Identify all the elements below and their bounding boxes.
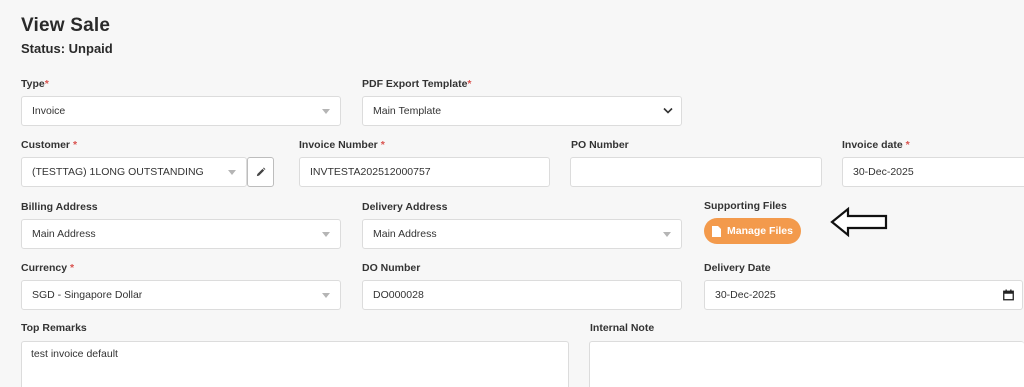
- billing-address-select[interactable]: Main Address: [21, 219, 341, 249]
- pdf-template-label-text: PDF Export Template: [362, 78, 468, 90]
- caret-down-icon: [228, 170, 236, 175]
- customer-label-text: Customer: [21, 139, 71, 151]
- arrow-left-icon: [830, 206, 888, 238]
- invoice-date-value: 30-Dec-2025: [853, 166, 914, 178]
- billing-address-label: Billing Address: [21, 201, 98, 213]
- caret-down-icon: [663, 232, 671, 237]
- internal-note-textarea[interactable]: [589, 341, 1024, 387]
- caret-down-icon: [322, 109, 330, 114]
- delivery-address-select[interactable]: Main Address: [362, 219, 682, 249]
- invoice-date-input[interactable]: 30-Dec-2025: [842, 157, 1024, 187]
- delivery-date-label: Delivery Date: [704, 262, 771, 274]
- supporting-files-label: Supporting Files: [704, 200, 787, 212]
- top-remarks-label: Top Remarks: [21, 322, 87, 334]
- caret-down-icon: [322, 232, 330, 237]
- calendar-icon[interactable]: [1003, 289, 1014, 301]
- top-remarks-value: test invoice default: [31, 348, 118, 360]
- delivery-address-value: Main Address: [373, 228, 437, 240]
- delivery-address-label: Delivery Address: [362, 201, 448, 213]
- type-select[interactable]: Invoice: [21, 96, 341, 126]
- manage-files-label: Manage Files: [727, 225, 793, 237]
- delivery-date-input[interactable]: 30-Dec-2025: [704, 280, 1023, 310]
- delivery-date-value: 30-Dec-2025: [715, 289, 776, 301]
- do-number-input[interactable]: DO000028: [362, 280, 682, 310]
- file-icon: [712, 225, 722, 237]
- required-marker: *: [467, 78, 472, 90]
- invoice-date-label: Invoice date *: [842, 139, 910, 151]
- required-marker: *: [72, 139, 78, 151]
- manage-files-button[interactable]: Manage Files: [704, 218, 801, 244]
- invoice-number-value: INVTESTA202512000757: [310, 166, 431, 178]
- currency-label: Currency *: [21, 262, 74, 274]
- edit-customer-button[interactable]: [247, 157, 274, 187]
- do-number-value: DO000028: [373, 289, 424, 301]
- invoice-date-label-text: Invoice date: [842, 139, 903, 151]
- currency-select[interactable]: SGD - Singapore Dollar: [21, 280, 341, 310]
- billing-address-value: Main Address: [32, 228, 96, 240]
- type-label: Type*: [21, 78, 49, 90]
- po-number-label: PO Number: [571, 139, 629, 151]
- required-marker: *: [380, 139, 385, 151]
- customer-label: Customer *: [21, 139, 77, 151]
- top-remarks-textarea[interactable]: test invoice default: [21, 341, 569, 387]
- caret-down-icon: [322, 293, 330, 298]
- customer-value: (TESTTAG) 1LONG OUTSTANDING: [32, 166, 204, 178]
- do-number-label: DO Number: [362, 262, 421, 274]
- type-value: Invoice: [32, 105, 66, 117]
- currency-value: SGD - Singapore Dollar: [32, 289, 143, 301]
- invoice-number-label-text: Invoice Number: [299, 139, 378, 151]
- chevron-down-icon: [663, 107, 673, 114]
- pdf-template-label: PDF Export Template*: [362, 78, 472, 90]
- invoice-number-label: Invoice Number *: [299, 139, 385, 151]
- status-text: Status: Unpaid: [21, 41, 113, 56]
- pencil-icon: [256, 167, 266, 176]
- currency-label-text: Currency: [21, 262, 68, 274]
- page-title: View Sale: [21, 15, 111, 36]
- invoice-number-input[interactable]: INVTESTA202512000757: [299, 157, 550, 187]
- required-marker: *: [70, 262, 75, 274]
- po-number-input[interactable]: [570, 157, 822, 187]
- pdf-template-select[interactable]: Main Template: [362, 96, 682, 126]
- required-marker: *: [44, 78, 49, 90]
- customer-select[interactable]: (TESTTAG) 1LONG OUTSTANDING: [21, 157, 247, 187]
- type-label-text: Type: [21, 78, 45, 90]
- internal-note-label: Internal Note: [590, 322, 655, 334]
- pdf-template-value: Main Template: [373, 105, 442, 117]
- required-marker: *: [905, 139, 910, 151]
